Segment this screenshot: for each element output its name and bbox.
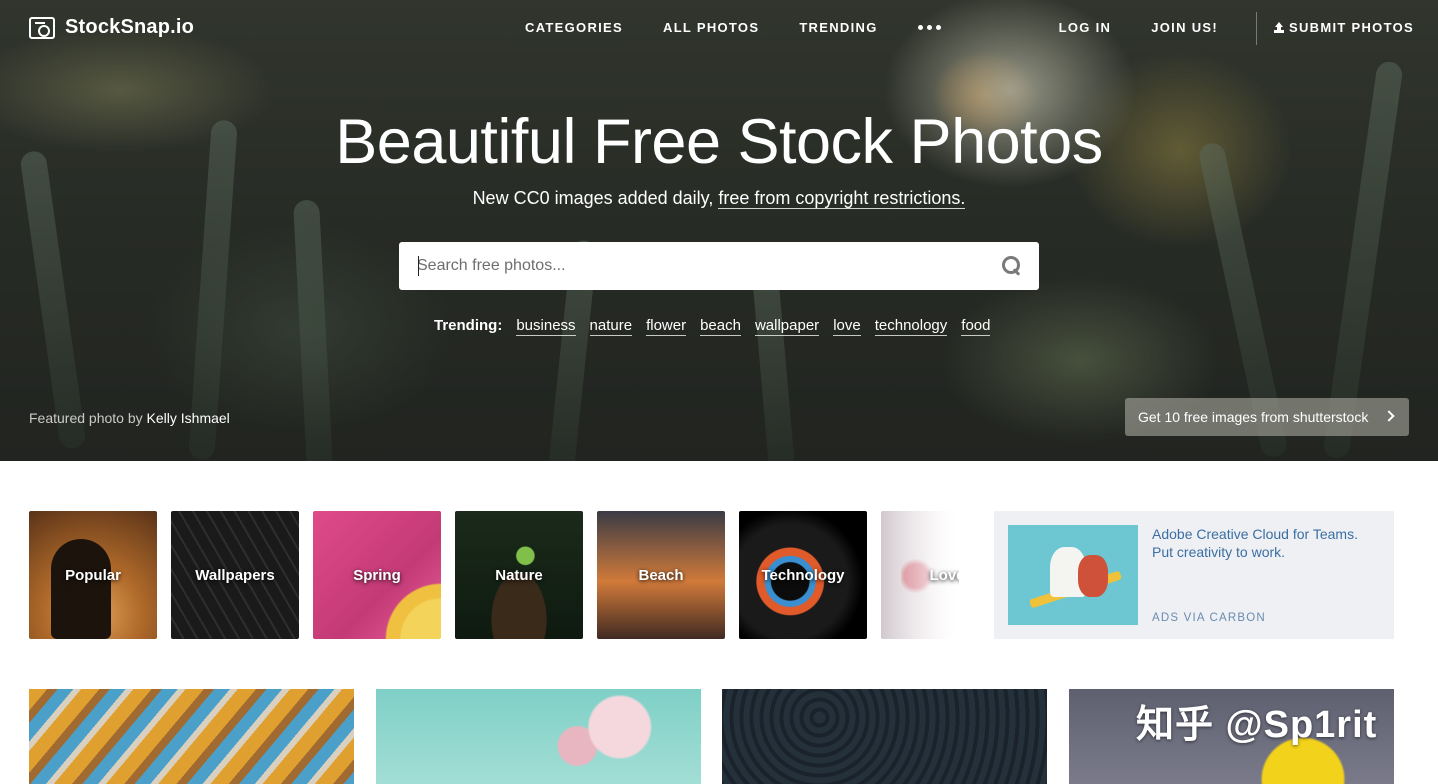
category-tiles: Popular Wallpapers Spring Nature Beach T… [29, 511, 959, 639]
main-nav: CATEGORIES ALL PHOTOS TRENDING [525, 20, 941, 35]
nav-all-photos[interactable]: ALL PHOTOS [663, 20, 759, 35]
category-label: Nature [495, 566, 543, 584]
text-cursor [418, 256, 419, 276]
top-navigation: StockSnap.io CATEGORIES ALL PHOTOS TREND… [0, 0, 1438, 56]
shutterstock-offer-button[interactable]: Get 10 free images from shutterstock [1125, 398, 1409, 436]
category-label: Wallpapers [195, 566, 275, 584]
category-technology[interactable]: Technology [739, 511, 867, 639]
nav-trending[interactable]: TRENDING [799, 20, 877, 35]
trend-tag-wallpaper[interactable]: wallpaper [754, 317, 820, 336]
category-label: Technology [761, 566, 845, 584]
logo-text: StockSnap.io [65, 16, 195, 38]
category-nature[interactable]: Nature [455, 511, 583, 639]
shutterstock-offer-label: Get 10 free images from shutterstock [1138, 409, 1369, 425]
site-logo[interactable]: StockSnap.io [29, 16, 194, 39]
photo-credit: Featured photo by Kelly Ishmael [29, 410, 230, 426]
watermark-text: 知乎 @Sp1rit [1136, 704, 1378, 746]
submit-photos-label: SUBMIT PHOTOS [1288, 20, 1414, 35]
category-label: Popular [65, 566, 121, 584]
account-nav: LOG IN JOIN US! SUBMIT PHOTOS [1059, 20, 1414, 35]
trending-label: Trending: [434, 317, 503, 334]
hero-title: Beautiful Free Stock Photos [335, 107, 1103, 177]
trending-tags: Trending: business nature flower beach w… [434, 317, 991, 336]
category-label: Beach [638, 566, 684, 584]
category-beach[interactable]: Beach [597, 511, 725, 639]
upload-icon [1274, 22, 1284, 33]
nav-join-us[interactable]: JOIN US! [1151, 20, 1218, 35]
copyright-link[interactable]: free from copyright restrictions. [718, 188, 966, 209]
ads-via-carbon-link[interactable]: ADS VIA CARBON [1152, 612, 1266, 624]
category-label: Love [929, 566, 960, 584]
search-bar [399, 242, 1039, 290]
ad-illustration [1078, 555, 1108, 597]
trend-tag-business[interactable]: business [516, 317, 576, 336]
trend-tag-love[interactable]: love [833, 317, 861, 336]
photo-thumbnail[interactable] [29, 689, 354, 784]
more-menu-icon[interactable] [917, 21, 941, 35]
credit-prefix: Featured photo by [29, 410, 147, 426]
photo-thumbnail[interactable] [376, 689, 701, 784]
trend-tag-food[interactable]: food [961, 317, 991, 336]
search-input[interactable] [417, 242, 977, 290]
ad-image[interactable] [1008, 525, 1138, 625]
ad-text[interactable]: Adobe Creative Cloud for Teams. Put crea… [1152, 525, 1382, 561]
carbon-ad[interactable]: Adobe Creative Cloud for Teams. Put crea… [994, 511, 1394, 639]
submit-photos-button[interactable]: SUBMIT PHOTOS [1274, 20, 1414, 35]
search-icon[interactable] [1002, 256, 1022, 276]
chevron-right-icon [1383, 410, 1395, 422]
hero-subtitle-text: New CC0 images added daily, [472, 188, 719, 208]
category-popular[interactable]: Popular [29, 511, 157, 639]
trend-tag-beach[interactable]: beach [700, 317, 741, 336]
category-spring[interactable]: Spring [313, 511, 441, 639]
trend-tag-technology[interactable]: technology [874, 317, 948, 336]
hero-subtitle: New CC0 images added daily, free from co… [0, 188, 1438, 209]
camera-icon [29, 16, 55, 39]
category-love[interactable]: Love [881, 511, 959, 639]
category-label: Spring [353, 566, 401, 584]
nav-categories[interactable]: CATEGORIES [525, 20, 623, 35]
hero-banner [0, 0, 1438, 461]
hero-overlay [0, 0, 1438, 461]
category-wallpapers[interactable]: Wallpapers [171, 511, 299, 639]
photo-thumbnail[interactable] [722, 689, 1047, 784]
credit-author-link[interactable]: Kelly Ishmael [147, 410, 230, 426]
nav-log-in[interactable]: LOG IN [1059, 20, 1112, 35]
trend-tag-flower[interactable]: flower [646, 317, 687, 336]
trend-tag-nature[interactable]: nature [589, 317, 633, 336]
